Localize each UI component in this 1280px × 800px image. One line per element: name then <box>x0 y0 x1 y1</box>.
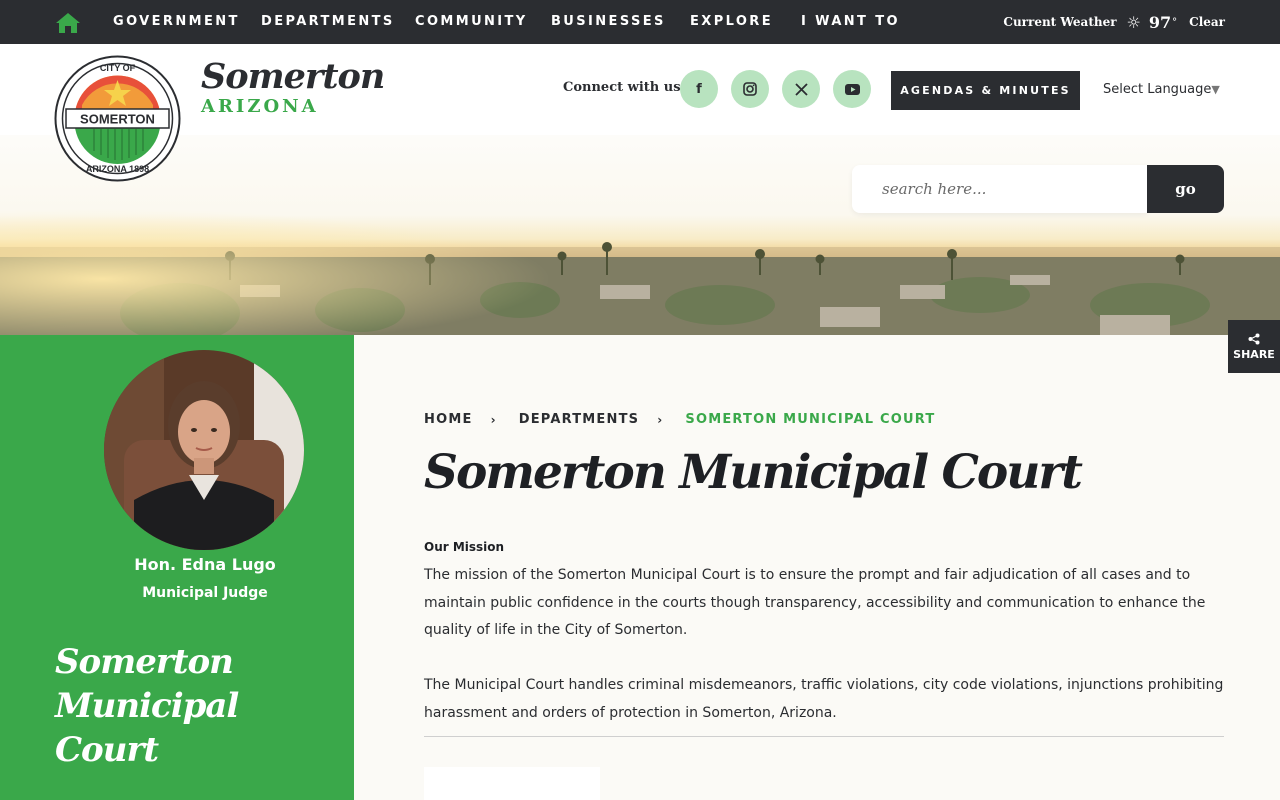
sidebar-heading-line: Court <box>55 730 159 770</box>
share-icon <box>1248 333 1260 344</box>
page-title: Somerton Municipal Court <box>424 445 1083 500</box>
breadcrumb-departments[interactable]: DEPARTMENTS <box>519 412 640 427</box>
search-go-button[interactable]: go <box>1147 165 1224 213</box>
weather-condition: Clear <box>1189 15 1225 29</box>
breadcrumb-home[interactable]: HOME <box>424 412 473 427</box>
svg-text:SOMERTON: SOMERTON <box>80 112 155 127</box>
mission-paragraph: The mission of the Somerton Municipal Co… <box>424 567 1206 638</box>
breadcrumb: HOME › DEPARTMENTS › SOMERTON MUNICIPAL … <box>424 412 935 427</box>
nav-item-i-want-to[interactable]: I WANT TO <box>801 14 900 29</box>
weather-temperature: 97 <box>1148 12 1172 32</box>
svg-text:CITY OF: CITY OF <box>100 63 136 73</box>
nav-item-explore[interactable]: EXPLORE <box>690 14 773 29</box>
share-button[interactable]: SHARE <box>1228 320 1280 373</box>
search-input[interactable] <box>852 165 1148 213</box>
nav-item-departments[interactable]: DEPARTMENTS <box>261 14 395 29</box>
language-select-label: Select Language <box>1103 82 1212 97</box>
weather-label: Current Weather <box>1003 15 1117 29</box>
language-select[interactable]: Select Language▼ <box>1103 82 1220 97</box>
judge-name: Hon. Edna Lugo <box>134 555 276 574</box>
court-description-paragraph: The Municipal Court handles criminal mis… <box>424 677 1224 721</box>
sun-icon: ☼ <box>1126 12 1141 32</box>
content-divider <box>424 736 1224 737</box>
connect-label: Connect with us <box>563 80 681 95</box>
judge-photo <box>104 350 304 550</box>
top-navigation-bar: GOVERNMENT DEPARTMENTS COMMUNITY BUSINES… <box>0 0 1280 44</box>
city-seal-logo[interactable]: SOMERTON CITY OF ARIZONA 1898 <box>54 55 181 182</box>
breadcrumb-current: SOMERTON MUNICIPAL COURT <box>685 412 936 427</box>
nav-item-government[interactable]: GOVERNMENT <box>113 14 240 29</box>
brand-name[interactable]: Somerton <box>201 56 385 97</box>
chevron-right-icon: › <box>657 412 664 427</box>
x-icon[interactable] <box>782 70 820 108</box>
content-card <box>424 767 600 800</box>
weather-widget: Current Weather ☼ 97 ° Clear <box>1003 10 1225 34</box>
mission-label: Our Mission <box>424 540 505 554</box>
brand-state: ARIZONA <box>201 96 319 117</box>
facebook-icon[interactable]: f <box>680 70 718 108</box>
instagram-icon[interactable] <box>731 70 769 108</box>
home-icon[interactable] <box>55 12 81 34</box>
weather-degree-symbol: ° <box>1172 16 1178 28</box>
svg-text:ARIZONA 1898: ARIZONA 1898 <box>86 164 149 174</box>
sidebar-heading-line: Municipal <box>55 686 239 726</box>
youtube-icon[interactable] <box>833 70 871 108</box>
chevron-down-icon: ▼ <box>1211 83 1220 96</box>
agendas-minutes-button[interactable]: AGENDAS & MINUTES <box>891 71 1080 110</box>
share-label: SHARE <box>1233 347 1275 361</box>
chevron-right-icon: › <box>490 412 497 427</box>
sidebar-heading: Somerton Municipal Court <box>55 640 315 772</box>
nav-item-businesses[interactable]: BUSINESSES <box>551 14 666 29</box>
sidebar-heading-line: Somerton <box>55 642 234 682</box>
nav-item-community[interactable]: COMMUNITY <box>415 14 528 29</box>
judge-title: Municipal Judge <box>142 585 268 601</box>
